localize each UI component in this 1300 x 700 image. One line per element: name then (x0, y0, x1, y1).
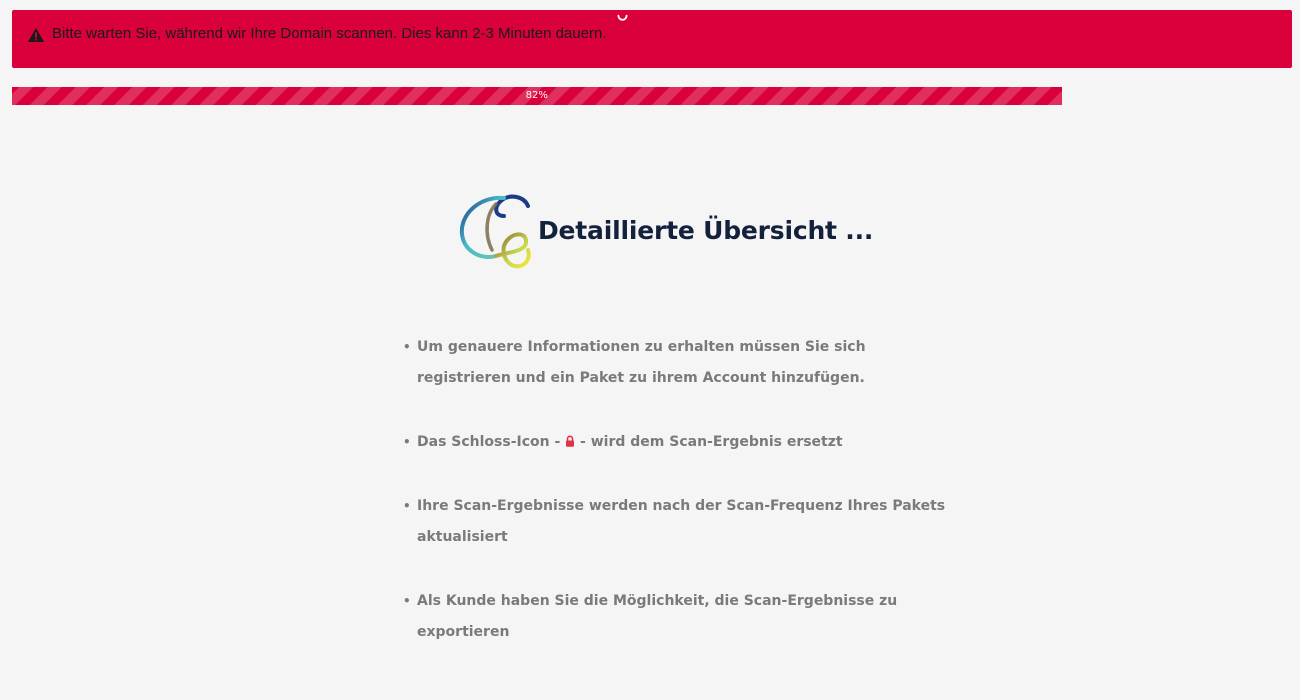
bullet-icon: • (403, 499, 411, 513)
warning-triangle-icon (28, 28, 44, 42)
list-item: • Um genauere Informationen zu erhalten … (403, 332, 963, 394)
alert-message: Bitte warten Sie, während wir Ihre Domai… (52, 25, 607, 42)
scan-alert: Bitte warten Sie, während wir Ihre Domai… (12, 10, 1292, 68)
bullet-icon: • (403, 594, 411, 608)
bullet-icon: • (403, 340, 411, 354)
list-item: • Ihre Scan-Ergebnisse werden nach der S… (403, 491, 963, 553)
list-item-text-after: - wird dem Scan-Ergebnis ersetzt (580, 434, 843, 450)
progress-fill: 82% (12, 87, 1062, 105)
list-item-text: Als Kunde haben Sie die Möglichkeit, die… (417, 593, 898, 640)
bullet-icon: • (403, 435, 411, 449)
list-item-text: Um genauere Informationen zu erhalten mü… (417, 339, 866, 386)
list-item: • Als Kunde haben Sie die Möglichkeit, d… (403, 586, 963, 648)
progress-label: 82% (525, 90, 548, 101)
ring-logo-icon (459, 194, 531, 269)
hero: Detaillierte Übersicht ... (458, 188, 873, 272)
info-list: • Um genauere Informationen zu erhalten … (403, 332, 963, 681)
lock-icon (566, 435, 575, 447)
list-item: • Das Schloss-Icon - - wird dem Scan-Erg… (403, 427, 963, 458)
page-title: Detaillierte Übersicht ... (538, 215, 874, 245)
scan-progress-bar: 82% (12, 87, 1292, 105)
list-item-text: Ihre Scan-Ergebnisse werden nach der Sca… (417, 498, 946, 545)
loading-spinner-icon (617, 14, 628, 21)
list-item-text-before: Das Schloss-Icon - (417, 434, 561, 450)
